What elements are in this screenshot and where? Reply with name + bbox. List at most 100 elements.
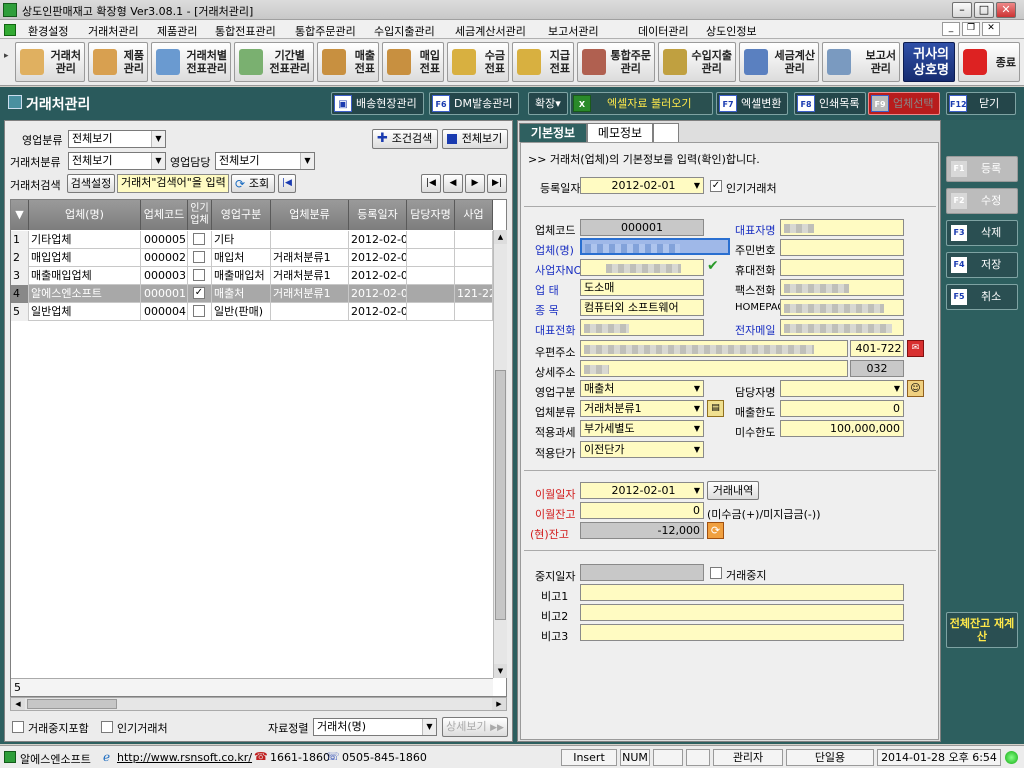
search-button[interactable]: ⟳ 조회: [231, 174, 275, 193]
close-window-button[interactable]: ✕: [996, 2, 1016, 18]
fav-checkbox[interactable]: ✓: [193, 287, 205, 299]
minimize-button[interactable]: –: [952, 2, 972, 18]
menu-data[interactable]: 데이터관리: [638, 23, 689, 39]
dm-send-button[interactable]: F6 DM발송관리: [429, 92, 520, 115]
tb-pay-slip[interactable]: 지급 전표: [512, 42, 574, 82]
grid-header-class[interactable]: 업체분류: [271, 200, 349, 230]
item-field[interactable]: 컴퓨터외 소프트웨어: [580, 299, 704, 316]
person-search-icon[interactable]: ☺: [907, 380, 924, 397]
mobile-field[interactable]: [780, 259, 904, 276]
bizno-field[interactable]: [580, 259, 704, 276]
history-button[interactable]: 거래내역: [707, 481, 759, 500]
delivery-site-button[interactable]: ▣ 배송현장관리: [331, 92, 424, 115]
menu-tax-invoice[interactable]: 세금계산서관리: [455, 23, 526, 39]
prev-record-button[interactable]: ◀: [443, 174, 463, 193]
rep-field[interactable]: [780, 219, 904, 236]
table-row[interactable]: 3매출매입업체000003 매출매입처거래처분류12012-02-01: [11, 267, 493, 285]
menu-income-expense[interactable]: 수입지출관리: [374, 23, 435, 39]
check-icon[interactable]: ✔: [707, 258, 719, 274]
tel-field[interactable]: [580, 319, 704, 336]
fav-client-form-checkbox[interactable]: ✓: [710, 180, 722, 192]
fav-checkbox[interactable]: [193, 251, 205, 263]
mdi-close-button[interactable]: ✕: [982, 22, 1000, 36]
scroll-up-icon[interactable]: ▲: [494, 230, 507, 244]
client-search-input[interactable]: 거래처"검색어"을 입력: [117, 174, 229, 193]
grid-header-date[interactable]: 등록일자: [349, 200, 407, 230]
carry-date-input[interactable]: 2012-02-01 ▼: [580, 482, 704, 499]
table-row[interactable]: 5일반업체000004 일반(판매) 2012-02-01: [11, 303, 493, 321]
menu-settings[interactable]: 환경설정: [28, 23, 68, 39]
memo3-field[interactable]: [580, 624, 904, 641]
grid-header-type[interactable]: 영업구분: [212, 200, 271, 230]
sales-type-select[interactable]: 매출처 ▼: [580, 380, 704, 397]
menu-info[interactable]: 상도인정보: [706, 23, 757, 39]
status-url[interactable]: http://www.rsnsoft.co.kr/: [117, 751, 252, 764]
carry-bal-field[interactable]: 0: [580, 502, 704, 519]
tb-sales-slip[interactable]: 매출 전표: [317, 42, 379, 82]
table-row[interactable]: 2매입업체000002 매입처거래처분류12012-02-01: [11, 249, 493, 267]
tb-client-slips[interactable]: 거래처별 전표관리: [151, 42, 231, 82]
tab-extra[interactable]: [653, 123, 679, 142]
mdi-restore-button[interactable]: ❐: [962, 22, 980, 36]
grid-scroll-thumb[interactable]: [495, 370, 506, 620]
refresh-icon[interactable]: ⟳: [707, 522, 724, 539]
mdi-min-button[interactable]: _: [942, 22, 960, 36]
cond-search-button[interactable]: ✚ 조건검색: [372, 129, 438, 149]
zip-search-icon[interactable]: ✉: [907, 340, 924, 357]
tab-basic-info[interactable]: 기본정보: [519, 123, 587, 142]
first-nav-button[interactable]: |◀: [278, 174, 296, 193]
grid-header-mgr[interactable]: 담당자명: [407, 200, 455, 230]
scroll-left-icon[interactable]: ◀: [11, 698, 25, 710]
last-record-button[interactable]: ▶|: [487, 174, 507, 193]
side-button-3[interactable]: F3 삭제: [946, 220, 1018, 246]
tax-select[interactable]: 부가세별도 ▼: [580, 420, 704, 437]
email-field[interactable]: [780, 319, 904, 336]
tb-client-manage[interactable]: 거래처 관리: [15, 42, 85, 82]
detail-view-button[interactable]: 상세보기 ▶▶: [442, 717, 508, 737]
tb-period-slips[interactable]: 기간별 전표관리: [234, 42, 314, 82]
fav-checkbox[interactable]: [193, 305, 205, 317]
sales-mgr-select[interactable]: 전체보기 ▼: [215, 152, 315, 170]
sort-select[interactable]: 거래처(명) ▼: [313, 718, 437, 736]
tb-report[interactable]: 보고서 관리: [822, 42, 900, 82]
folder-add-icon[interactable]: ▤: [707, 400, 724, 417]
tb-income-expense[interactable]: 수입지출 관리: [658, 42, 736, 82]
excel-load-button[interactable]: X 엑셀자료 불러오기: [570, 92, 713, 115]
scroll-down-icon[interactable]: ▼: [494, 664, 507, 678]
grid-header-name[interactable]: 업체(명): [29, 200, 141, 230]
tb-purchase-slip[interactable]: 매입 전표: [382, 42, 444, 82]
detail-address-field[interactable]: [580, 360, 848, 377]
grid-hscrollbar[interactable]: ◀ ▶: [10, 697, 507, 711]
grid-header-code[interactable]: 업체코드: [141, 200, 188, 230]
tb-collect-slip[interactable]: 수금 전표: [447, 42, 509, 82]
fav-checkbox[interactable]: [193, 269, 205, 281]
memo2-field[interactable]: [580, 604, 904, 621]
side-button-1[interactable]: F1 등록: [946, 156, 1018, 182]
client-class-select[interactable]: 전체보기 ▼: [68, 152, 166, 170]
stop-trade-checkbox[interactable]: [710, 567, 722, 579]
homepage-field[interactable]: [780, 299, 904, 316]
biztype-field[interactable]: 도소매: [580, 279, 704, 296]
menu-products[interactable]: 제품관리: [157, 23, 197, 39]
scroll-right-icon[interactable]: ▶: [492, 698, 506, 710]
zip-field[interactable]: 401-722: [850, 340, 904, 357]
view-all-button[interactable]: 전체보기: [442, 129, 508, 149]
reg-date-input[interactable]: 2012-02-01 ▼: [580, 177, 704, 194]
menu-slips[interactable]: 통합전표관리: [215, 23, 276, 39]
include-stopped-checkbox[interactable]: [12, 721, 24, 733]
fav-checkbox[interactable]: [193, 233, 205, 245]
print-list-button[interactable]: F8 인쇄목록: [794, 92, 867, 115]
rrn-field[interactable]: [780, 239, 904, 256]
side-button-5[interactable]: F5 취소: [946, 284, 1018, 310]
tb-exit[interactable]: 종료: [958, 42, 1020, 82]
menu-reports[interactable]: 보고서관리: [548, 23, 599, 39]
search-setting-button[interactable]: 검색설정: [67, 174, 115, 193]
table-row[interactable]: 4알에스엔소프트000001 ✓ 매출처거래처분류12012-02-01 121-22: [11, 285, 493, 303]
grid-header-biz[interactable]: 사업: [455, 200, 493, 230]
grid-vscrollbar[interactable]: ▲ ▼: [493, 230, 507, 678]
sales-limit-field[interactable]: 0: [780, 400, 904, 417]
memo1-field[interactable]: [580, 584, 904, 601]
table-row[interactable]: 1기타업체000005 기타 2012-02-01: [11, 231, 493, 249]
sales-class-select[interactable]: 전체보기 ▼: [68, 130, 166, 148]
fax-field[interactable]: [780, 279, 904, 296]
